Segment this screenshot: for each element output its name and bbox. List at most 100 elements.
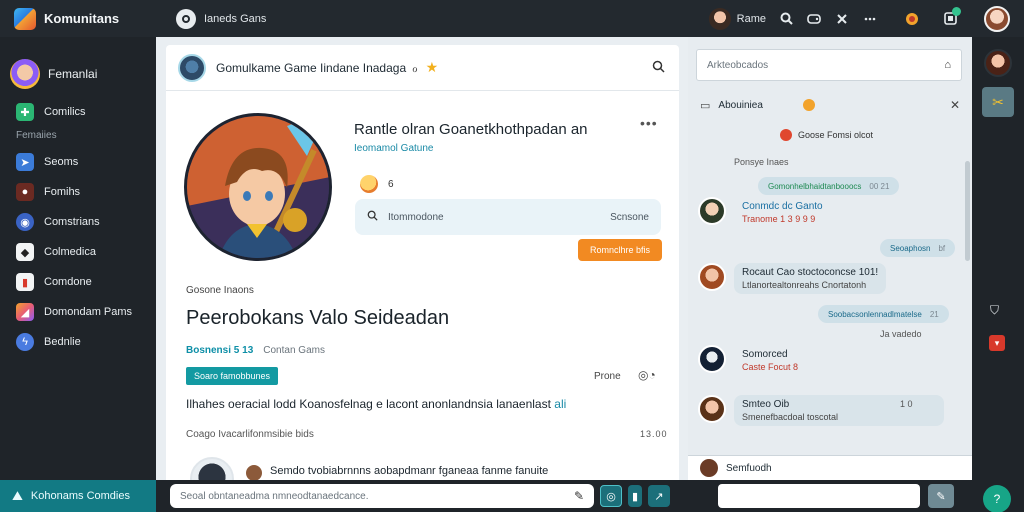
chat-pill: Soobacsonlennadlmatelse 21 <box>818 305 949 323</box>
sidebar-item-fomihs[interactable]: ● Fomihs <box>0 177 156 207</box>
message-sender: Conmdc dc Ganto <box>742 201 823 212</box>
brand[interactable]: Komunitans <box>0 7 158 30</box>
account-avatar[interactable] <box>984 5 1010 32</box>
notification-icon[interactable] <box>938 6 962 31</box>
chat-message: Rocaut Cao stoctoconcse 101! Ltlanorteal… <box>698 263 887 294</box>
top-tab[interactable]: Ianeds Gans <box>176 8 266 29</box>
more-options-icon[interactable]: ••• <box>640 115 658 131</box>
gamepad-icon[interactable] <box>802 7 826 31</box>
edit-icon[interactable]: ⌂ <box>944 59 951 71</box>
star-icon[interactable]: ★ <box>426 59 439 76</box>
rail-avatar[interactable] <box>984 49 1012 77</box>
header-avatar[interactable] <box>178 53 206 82</box>
message-bubble: Conmdc dc Ganto Tranome 1 3 9 9 9 <box>734 197 831 228</box>
grid-icon[interactable] <box>858 7 882 31</box>
help-icon[interactable]: ? <box>983 485 1011 512</box>
brand-logo-icon <box>14 7 36 30</box>
game-search-input[interactable]: Itommodone Scnsone <box>355 199 661 235</box>
chat-last-item[interactable]: Semfuodh <box>688 455 972 480</box>
paragraph-text: Ilhahes oeracial lodd Koanosfelnag e lac… <box>186 397 551 411</box>
game-subtitle[interactable]: Ieomamol Gatune <box>354 143 434 154</box>
pill-meta: 00 21 <box>869 181 890 191</box>
chat-search-input[interactable]: Arkteobcados ⌂ <box>696 49 962 81</box>
emoji-icon <box>360 175 378 193</box>
tools-icon[interactable]: ✂ <box>982 87 1014 117</box>
left-bottom-label: Kohonams Comdies <box>30 490 130 502</box>
chat-message-input[interactable] <box>718 484 920 508</box>
sidebar-item-comstrians[interactable]: ◉ Comstrians <box>0 207 156 237</box>
chat-pill: Gomonhelbhaidtanbooocs 00 21 <box>758 177 900 195</box>
sidebar-item-seoms[interactable]: ➤ Seoms <box>0 147 156 177</box>
notification-dot <box>952 6 961 16</box>
edit-button[interactable]: ✎ <box>928 484 954 508</box>
composer-bar: Seoal obntaneadma nmneodtanaedcance. ✎ ◎… <box>156 480 688 512</box>
search-icon[interactable] <box>774 7 798 31</box>
message-text: Ltlanortealtonreahs Cnortatonh <box>742 280 867 290</box>
category-tag[interactable]: Soaro famobbunes <box>186 367 279 385</box>
message-avatar[interactable] <box>698 197 726 225</box>
alert-icon[interactable]: ▾ <box>989 335 1005 351</box>
search-action-button[interactable]: Scnsone <box>610 212 649 223</box>
post-small-avatar <box>246 465 262 481</box>
top-user[interactable]: Rame <box>703 5 772 33</box>
sidebar-item-domondam-pams[interactable]: ◢ Domondam Pams <box>0 297 156 327</box>
puzzle-icon: ✚ <box>16 103 34 121</box>
app-name: Komunitans <box>44 11 120 26</box>
pill-text: Seoaphosn <box>890 243 931 253</box>
expand-button[interactable]: ↗ <box>648 485 670 507</box>
sidebar-item-label: Comdone <box>44 276 92 288</box>
message-avatar[interactable] <box>698 345 726 373</box>
pen-icon[interactable]: ✎ <box>574 489 584 503</box>
pill-meta: 21 <box>929 309 939 319</box>
left-bottom-bar[interactable]: ⛰ Kohonams Comdies <box>0 480 156 512</box>
reaction[interactable]: 6 <box>360 175 394 193</box>
close-icon[interactable]: ✕ <box>950 98 960 112</box>
emoji-icon <box>802 99 815 111</box>
chat-bubble-button[interactable]: ◎ <box>600 485 622 507</box>
pill-text: Gomonhelbhaidtanbooocs <box>768 181 862 191</box>
meta-primary[interactable]: Bosnensi 5 13 <box>186 345 253 356</box>
post-paragraph: Ilhahes oeracial lodd Koanosfelnag e lac… <box>186 397 676 411</box>
message-avatar[interactable] <box>698 263 726 291</box>
main-panel: Gomulkame Game Iindane Inadaga ℴ ★ Rantl… <box>156 37 688 501</box>
meta-secondary: Contan Gams <box>263 345 325 356</box>
paragraph-link[interactable]: ali <box>554 397 566 411</box>
chat-title: Abouiniea <box>718 99 763 111</box>
top-right-controls: Rame <box>703 0 1024 37</box>
message-avatar <box>700 459 718 477</box>
chat-search-placeholder: Arkteobcados <box>707 59 769 71</box>
pill-meta: bf <box>938 243 946 253</box>
search-icon[interactable] <box>652 60 665 76</box>
palette-icon: ◢ <box>16 303 34 321</box>
sidebar-item-label: Comstrians <box>44 216 100 228</box>
sidebar-item-label: Bednlie <box>44 336 81 348</box>
chat-alert-text: Goose Fomsi olcot <box>798 130 874 140</box>
sidebar-profile[interactable]: Femanlai <box>0 37 156 97</box>
sidebar-item-comdone[interactable]: ▮ Comdone <box>0 267 156 297</box>
chat-message: Conmdc dc Ganto Tranome 1 3 9 9 9 <box>698 197 831 228</box>
chat-pill: Seoaphosn bf <box>880 239 956 257</box>
sidebar-item-bednlie[interactable]: ϟ Bednlie <box>0 327 156 357</box>
game-title: Rantle olran Goanetkhothpadan an <box>354 121 588 138</box>
game-character-avatar <box>184 113 332 261</box>
primary-action-button[interactable]: Romnclhre bfis <box>578 239 662 261</box>
toggle-button[interactable]: ▮ <box>628 485 642 507</box>
share-icon[interactable] <box>830 7 854 31</box>
chat-scrollbar[interactable] <box>965 161 970 261</box>
search-icon <box>367 210 378 224</box>
coin-icon[interactable] <box>900 7 924 31</box>
shield-icon[interactable]: ⛉ <box>990 303 999 318</box>
composer-input[interactable]: Seoal obntaneadma nmneodtanaedcance. ✎ <box>170 484 594 508</box>
top-user-avatar <box>708 7 731 30</box>
card-header: Gomulkame Game Iindane Inadaga ℴ ★ <box>166 45 679 91</box>
message-text: Smenefbacdoal toscotal <box>742 412 839 422</box>
message-sender: Semfuodh <box>726 462 772 474</box>
top-user-name: Rame <box>736 12 766 25</box>
toggle-icon[interactable]: ◎◔ <box>638 368 656 382</box>
alert-icon <box>780 129 792 141</box>
sidebar-item-colmedica[interactable]: ◆ Colmedica <box>0 237 156 267</box>
sidebar-item-comilics[interactable]: ✚ Comilics <box>0 97 156 127</box>
link-icon[interactable]: ℴ <box>412 61 418 75</box>
chat-alert: Goose Fomsi olcot <box>780 129 873 141</box>
message-avatar[interactable] <box>698 395 726 423</box>
